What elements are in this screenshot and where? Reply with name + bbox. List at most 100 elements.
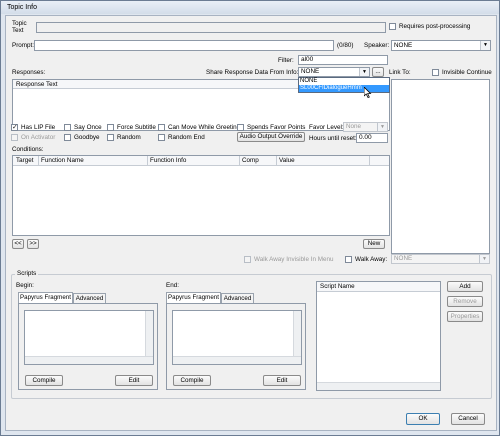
speaker-value: NONE xyxy=(394,42,413,49)
begin-tab-papyrus-fragment[interactable]: Papyrus Fragment xyxy=(18,292,73,303)
prompt-input[interactable] xyxy=(34,40,334,51)
can-move-while-greeting-checkbox[interactable] xyxy=(158,124,165,131)
share-response-label: Share Response Data From Info: xyxy=(206,69,299,76)
random-end-checkbox[interactable] xyxy=(158,134,165,141)
new-condition-button[interactable]: New xyxy=(363,239,385,249)
random-checkbox[interactable] xyxy=(107,134,114,141)
walk-away-dropdown[interactable]: NONE ▼ xyxy=(391,254,490,264)
remove-script-button[interactable]: Remove xyxy=(447,296,483,307)
conditions-label: Conditions: xyxy=(12,146,44,153)
requires-post-processing-checkbox[interactable] xyxy=(389,23,396,30)
end-tab-advanced[interactable]: Advanced xyxy=(221,293,254,303)
end-fragment-editor[interactable] xyxy=(172,310,302,365)
share-response-browse-button[interactable]: ... xyxy=(372,67,384,77)
walk-away-label: Walk Away: xyxy=(355,256,388,263)
dialog-client: Topic Text Requires post-processing Prom… xyxy=(5,15,497,431)
conditions-table[interactable]: Target Function Name Function Info Comp … xyxy=(12,155,390,236)
force-subtitle-checkbox[interactable] xyxy=(107,124,114,131)
begin-fragment-panel: Compile Edit xyxy=(18,303,158,390)
invisible-continue-checkbox[interactable] xyxy=(432,69,439,76)
window-title: Topic Info xyxy=(7,4,37,11)
walk-away-checkbox[interactable] xyxy=(345,256,352,263)
dropdown-option-none[interactable]: NONE xyxy=(300,78,388,85)
col-divider xyxy=(239,156,240,165)
favor-level-value: None xyxy=(346,123,362,130)
spends-favor-points-checkbox[interactable] xyxy=(237,124,244,131)
script-name-column-header: Script Name xyxy=(320,283,355,290)
scrollbar[interactable] xyxy=(293,311,301,357)
say-once-checkbox[interactable] xyxy=(64,124,71,131)
invisible-continue-label: Invisible Continue xyxy=(442,69,492,76)
end-label: End: xyxy=(166,282,179,289)
topic-info-window: Topic Info Topic Text Requires post-proc… xyxy=(0,0,500,436)
begin-tab-advanced[interactable]: Advanced xyxy=(73,293,106,303)
ok-button[interactable]: OK xyxy=(406,413,440,425)
share-response-dropdown[interactable]: NONE ▼ xyxy=(298,67,370,77)
condition-col-value: Value xyxy=(279,157,295,164)
end-fragment-panel: Compile Edit xyxy=(166,303,306,390)
col-divider xyxy=(38,156,39,165)
end-compile-button[interactable]: Compile xyxy=(173,375,211,386)
add-script-button[interactable]: Add xyxy=(447,281,483,292)
topic-label-2: Text xyxy=(12,27,24,34)
chevron-down-icon: ▼ xyxy=(480,41,490,50)
dropdown-option-selected-label: SL00CFIDialogueHmm xyxy=(300,85,362,91)
topic-label: Topic xyxy=(12,20,27,27)
hours-until-reset-value: 0.00 xyxy=(359,134,372,141)
filter-value: al00 xyxy=(301,56,314,63)
scrollbar[interactable] xyxy=(317,382,440,390)
goodbye-checkbox[interactable] xyxy=(64,134,71,141)
scripts-group-label: Scripts xyxy=(15,270,39,277)
dropdown-option-selected[interactable]: SL00CFIDialogueHmm xyxy=(299,85,389,92)
favor-level-label: Favor Level: xyxy=(309,124,344,131)
script-list-header: Script Name xyxy=(317,282,440,292)
scrollbar[interactable] xyxy=(145,311,153,357)
can-move-while-greeting-label: Can Move While Greeting xyxy=(168,124,241,131)
say-once-label: Say Once xyxy=(74,124,102,131)
chevron-down-icon: ▼ xyxy=(359,68,369,76)
favor-level-dropdown[interactable]: None ▼ xyxy=(343,122,388,132)
topic-text-field[interactable] xyxy=(36,22,386,33)
prompt-counter: (0/80) xyxy=(337,42,354,49)
script-list[interactable]: Script Name xyxy=(316,281,441,391)
col-divider xyxy=(369,156,370,165)
hours-until-reset-label: Hours until reset: xyxy=(309,135,357,142)
begin-fragment-editor[interactable] xyxy=(24,310,154,365)
properties-button[interactable]: Properties xyxy=(447,311,483,322)
share-response-dropdown-list: NONE SL00CFIDialogueHmm xyxy=(298,77,390,93)
requires-post-processing-label: Requires post-processing xyxy=(399,23,471,30)
speaker-label: Speaker: xyxy=(364,42,390,49)
end-edit-button[interactable]: Edit xyxy=(263,375,301,386)
cancel-button[interactable]: Cancel xyxy=(451,413,485,425)
walk-away-invisible-checkbox[interactable] xyxy=(244,256,251,263)
next-condition-button[interactable]: >> xyxy=(27,239,39,249)
condition-col-function-name: Function Name xyxy=(41,157,84,164)
mouse-cursor-icon xyxy=(364,87,372,98)
col-divider xyxy=(276,156,277,165)
goodbye-label: Goodbye xyxy=(74,134,100,141)
link-to-list[interactable] xyxy=(391,79,490,254)
begin-edit-button[interactable]: Edit xyxy=(115,375,153,386)
scrollbar[interactable] xyxy=(173,356,301,364)
random-end-label: Random End xyxy=(168,134,205,141)
prev-condition-button[interactable]: << xyxy=(12,239,24,249)
filter-input[interactable]: al00 xyxy=(298,55,388,65)
has-lip-file-label: Has LIP File xyxy=(21,124,56,131)
scrollbar[interactable] xyxy=(25,356,153,364)
hours-until-reset-input[interactable]: 0.00 xyxy=(356,133,388,143)
response-text-column-header: Response Text xyxy=(16,81,58,88)
speaker-dropdown[interactable]: NONE ▼ xyxy=(391,40,491,51)
responses-label: Responses: xyxy=(12,69,46,76)
audio-output-override-button[interactable]: Audio Output Override xyxy=(237,132,305,142)
chevron-down-icon: ▼ xyxy=(479,255,489,263)
prompt-label: Prompt: xyxy=(12,42,35,49)
col-divider xyxy=(147,156,148,165)
on-activator-checkbox[interactable] xyxy=(11,134,18,141)
begin-compile-button[interactable]: Compile xyxy=(25,375,63,386)
share-response-value: NONE xyxy=(301,68,320,75)
link-to-label: Link To: xyxy=(389,69,411,76)
has-lip-file-checkbox[interactable] xyxy=(11,123,18,131)
end-tab-papyrus-fragment[interactable]: Papyrus Fragment xyxy=(166,292,221,303)
begin-label: Begin: xyxy=(16,282,34,289)
force-subtitle-label: Force Subtitle xyxy=(117,124,156,131)
